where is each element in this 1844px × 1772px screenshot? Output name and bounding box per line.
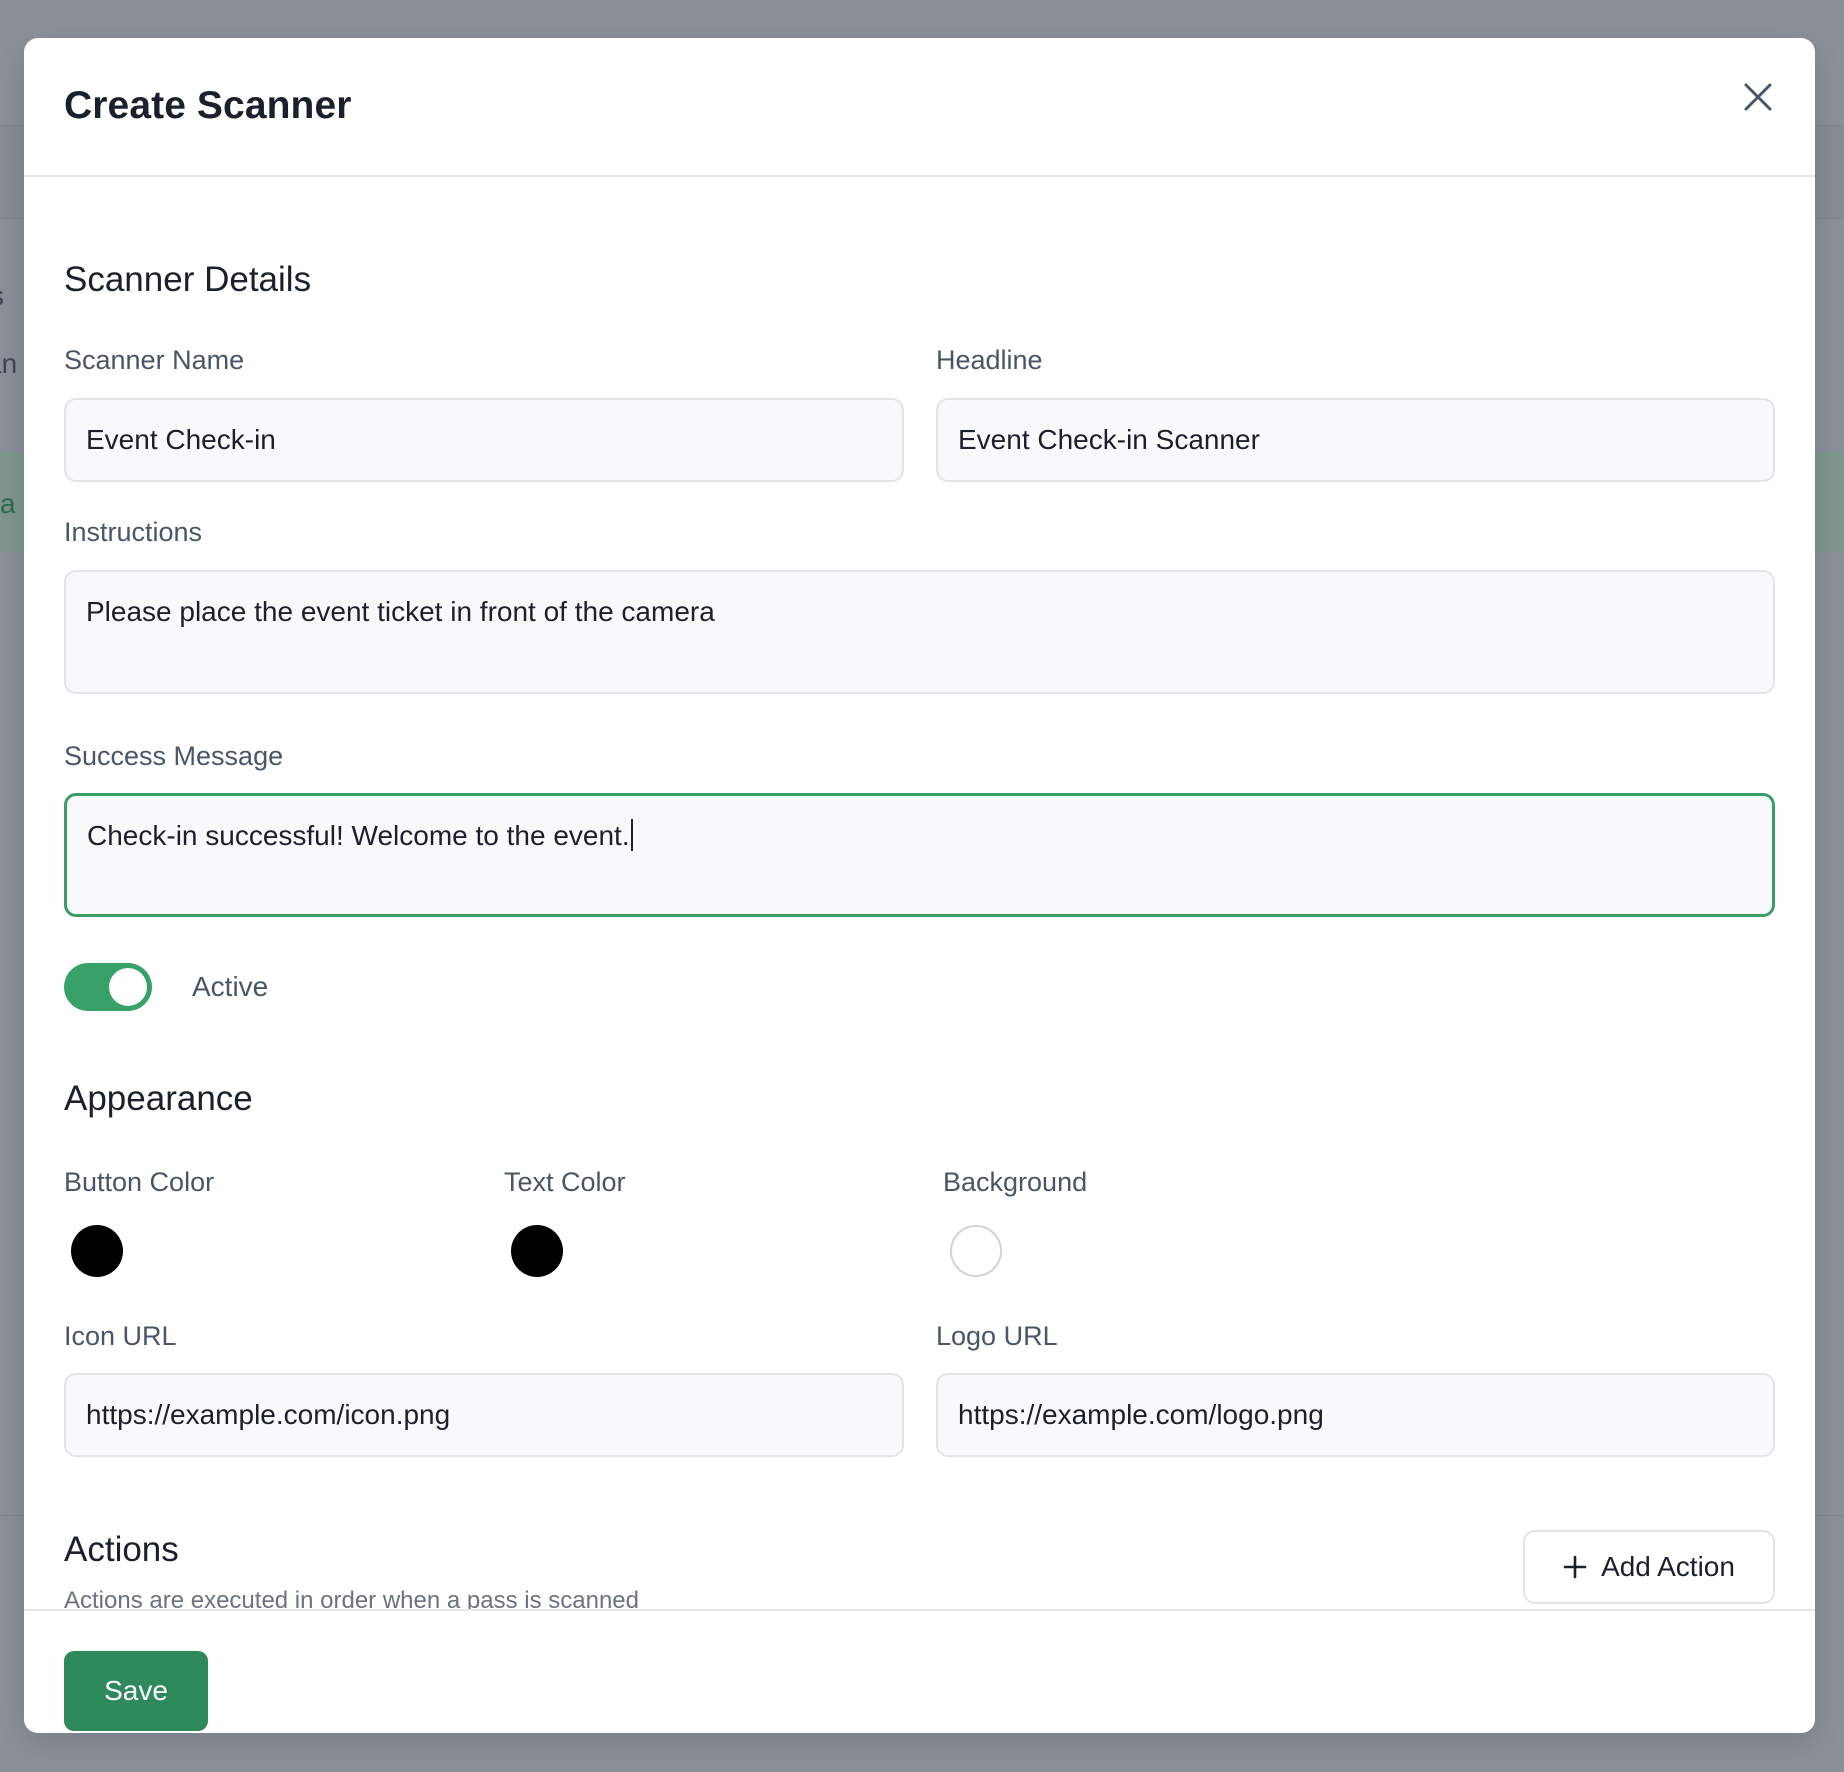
close-button[interactable] — [1737, 76, 1779, 118]
success-message-label: Success Message — [64, 741, 284, 771]
active-toggle[interactable] — [64, 963, 152, 1011]
success-message-textarea[interactable]: Check-in successful! Welcome to the even… — [64, 793, 1775, 917]
modal-header: Create Scanner — [24, 38, 1815, 177]
scanner-name-label: Scanner Name — [64, 345, 245, 375]
icon-url-input[interactable] — [64, 1373, 904, 1457]
background-color-label: Background — [943, 1167, 1088, 1197]
instructions-label: Instructions — [64, 517, 203, 547]
scanner-name-input[interactable] — [64, 398, 904, 482]
close-icon — [1744, 83, 1772, 111]
modal-body[interactable]: Scanner Details Scanner Name Headline In… — [24, 177, 1815, 1609]
background-color-swatch[interactable] — [950, 1225, 1002, 1277]
plus-icon — [1563, 1555, 1587, 1579]
background-text-fragment: ca — [0, 488, 16, 519]
modal-footer: Save — [24, 1609, 1815, 1733]
appearance-heading: Appearance — [64, 1079, 253, 1118]
background-text-fragment: an — [0, 348, 18, 379]
create-scanner-modal: Create Scanner Scanner Details Scanner N… — [24, 38, 1815, 1733]
button-color-swatch[interactable] — [71, 1225, 123, 1277]
actions-heading: Actions — [64, 1530, 179, 1569]
success-message-text: Check-in successful! Welcome to the even… — [87, 820, 630, 851]
active-toggle-label: Active — [192, 971, 269, 1002]
instructions-text: Please place the event ticket in front o… — [86, 596, 715, 627]
button-color-label: Button Color — [64, 1167, 215, 1197]
logo-url-input[interactable] — [936, 1373, 1775, 1457]
modal-title: Create Scanner — [64, 84, 352, 127]
scanner-details-heading: Scanner Details — [64, 260, 312, 299]
add-action-label: Add Action — [1601, 1551, 1735, 1582]
toggle-knob — [109, 968, 147, 1006]
text-color-swatch[interactable] — [511, 1225, 563, 1277]
add-action-button[interactable]: Add Action — [1523, 1530, 1775, 1604]
text-color-label: Text Color — [504, 1167, 626, 1197]
instructions-textarea[interactable]: Please place the event ticket in front o… — [64, 570, 1775, 694]
actions-description: Actions are executed in order when a pas… — [64, 1587, 640, 1609]
text-cursor — [630, 819, 633, 851]
save-button[interactable]: Save — [64, 1651, 208, 1731]
headline-label: Headline — [936, 345, 1043, 375]
logo-url-label: Logo URL — [936, 1321, 1058, 1351]
background-text-fragment: s — [0, 282, 4, 310]
headline-input[interactable] — [936, 398, 1775, 482]
icon-url-label: Icon URL — [64, 1321, 177, 1351]
